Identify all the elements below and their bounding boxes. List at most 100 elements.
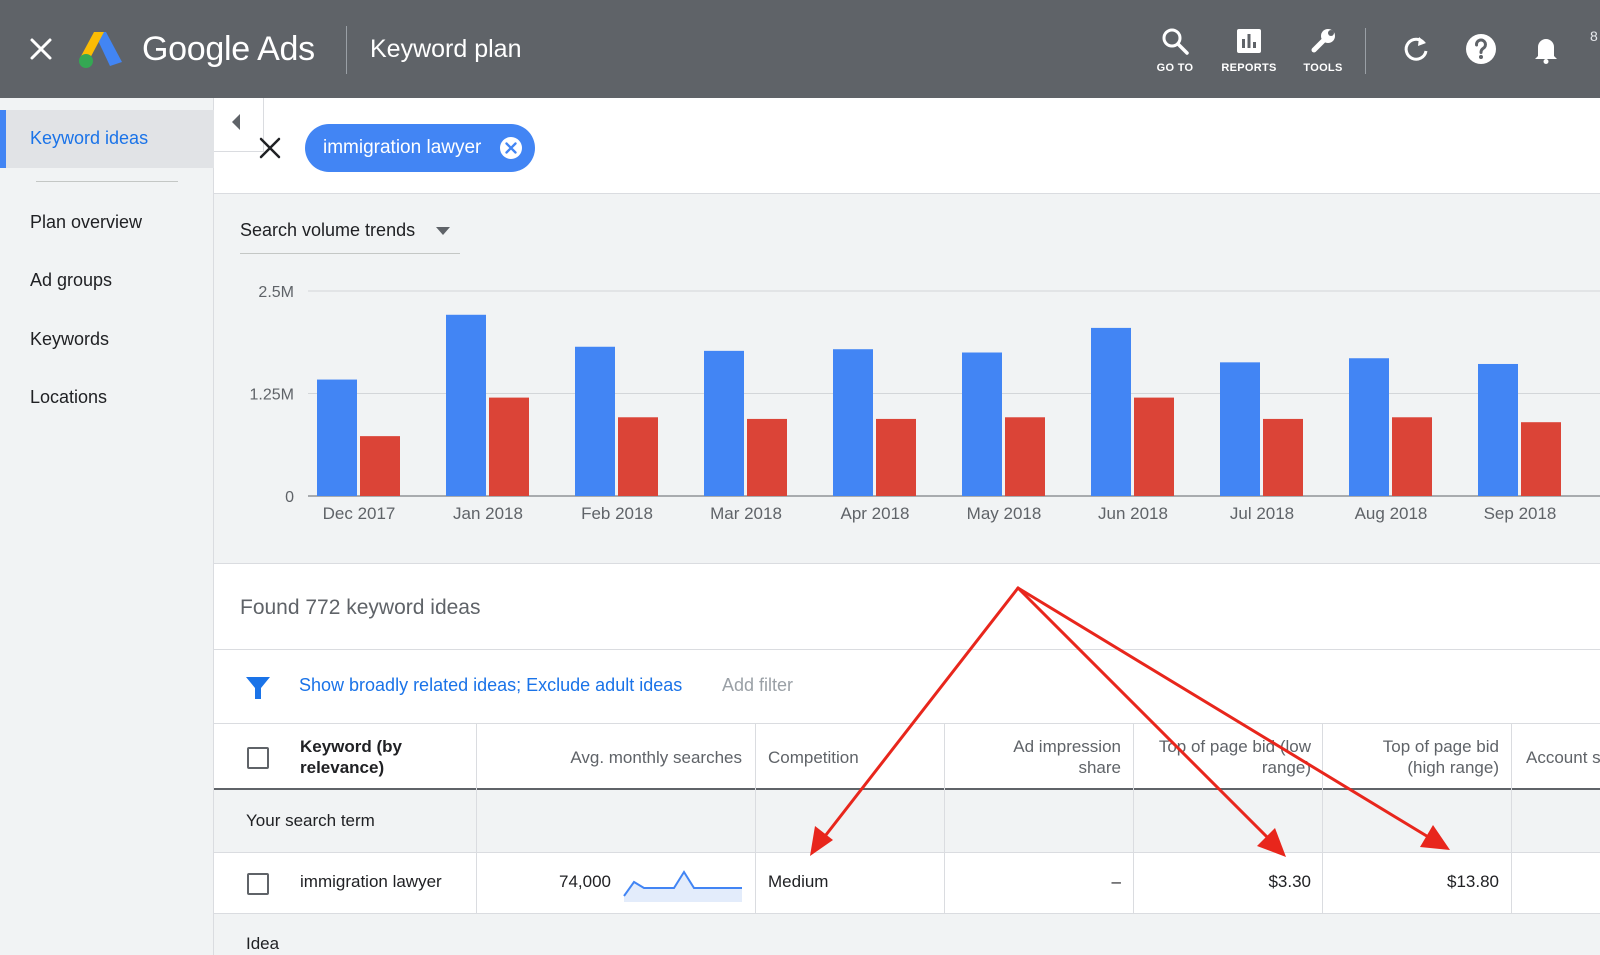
bar-series-2[interactable] xyxy=(1005,417,1045,496)
reports-button[interactable]: REPORTS xyxy=(1214,26,1284,82)
bar-series-2[interactable] xyxy=(489,397,529,496)
y-tick-label: 2.5M xyxy=(258,284,294,301)
bar-series-1[interactable] xyxy=(317,379,357,496)
sidebar-divider xyxy=(36,181,178,182)
column-header-line: range) xyxy=(1261,758,1311,777)
sidebar-item-plan-overview[interactable]: Plan overview xyxy=(30,212,142,233)
column-header-line: Keyword (by xyxy=(300,737,403,756)
x-tick-label: Jan 2018 xyxy=(453,504,523,523)
column-divider xyxy=(476,724,477,914)
sidebar-item-locations[interactable]: Locations xyxy=(30,387,107,408)
sidebar-item-label: Keyword ideas xyxy=(30,128,149,148)
x-tick-label: Jul 2018 xyxy=(1230,504,1294,523)
top-bar: Google Ads Keyword plan GO TO REPORTS TO… xyxy=(0,0,1600,98)
group-row-search-term: Your search term xyxy=(214,790,1600,853)
column-header-account[interactable]: Account s xyxy=(1526,747,1600,768)
sidebar: Keyword ideas Plan overview Ad groups Ke… xyxy=(0,98,214,955)
brand-name: Google Ads xyxy=(142,30,315,68)
reports-icon xyxy=(1237,29,1261,53)
x-tick-label: Jun 2018 xyxy=(1098,504,1168,523)
bar-series-2[interactable] xyxy=(1521,422,1561,496)
y-tick-label: 1.25M xyxy=(250,387,294,404)
wrench-icon xyxy=(1311,29,1335,53)
group-row-ideas: Idea xyxy=(214,914,1600,955)
bar-series-1[interactable] xyxy=(575,346,615,496)
trend-sparkline xyxy=(623,870,742,902)
header-divider xyxy=(346,26,347,74)
column-header-bid-low[interactable]: Top of page bid (low range) xyxy=(1135,736,1311,778)
bar-series-1[interactable] xyxy=(1349,358,1389,496)
toolbar-divider xyxy=(1365,28,1366,74)
x-tick-label: Mar 2018 xyxy=(710,504,782,523)
x-tick-label: Apr 2018 xyxy=(841,504,910,523)
column-divider xyxy=(1511,724,1512,914)
bar-series-1[interactable] xyxy=(833,349,873,496)
add-filter-button[interactable]: Add filter xyxy=(722,675,793,696)
remove-chip-icon[interactable] xyxy=(499,136,523,160)
cell-keyword: immigration lawyer xyxy=(300,872,442,891)
row-checkbox[interactable] xyxy=(247,873,269,895)
column-divider xyxy=(1133,724,1134,914)
bar-series-2[interactable] xyxy=(1392,417,1432,496)
cell-bid-high: $13.80 xyxy=(1447,872,1499,891)
active-filters-link[interactable]: Show broadly related ideas; Exclude adul… xyxy=(299,675,682,696)
keyword-chip[interactable]: immigration lawyer xyxy=(305,124,535,172)
x-tick-label: May 2018 xyxy=(967,504,1042,523)
bar-series-1[interactable] xyxy=(1478,363,1518,496)
notifications-icon[interactable] xyxy=(1530,33,1562,65)
group-label: Idea xyxy=(246,934,280,953)
sidebar-item-keyword-ideas[interactable]: Keyword ideas xyxy=(0,110,214,168)
column-header-impression-share[interactable]: Ad impression share xyxy=(950,736,1121,778)
results-header: Found 772 keyword ideas xyxy=(214,564,1600,650)
collapse-sidebar-button[interactable] xyxy=(214,98,264,152)
tools-label: TOOLS xyxy=(1303,62,1343,74)
x-tick-label: Aug 2018 xyxy=(1355,504,1428,523)
column-divider xyxy=(755,724,756,914)
column-header-bid-high[interactable]: Top of page bid (high range) xyxy=(1322,736,1499,778)
select-all-checkbox[interactable] xyxy=(247,747,269,769)
cell-bid-low: $3.30 xyxy=(1268,872,1311,891)
bar-series-1[interactable] xyxy=(1091,327,1131,496)
sidebar-item-keywords[interactable]: Keywords xyxy=(30,329,109,350)
column-header-line: Top of page bid (low xyxy=(1158,737,1311,756)
column-header-line: relevance) xyxy=(300,758,385,777)
filter-icon[interactable] xyxy=(244,674,272,702)
x-tick-label: Sep 2018 xyxy=(1484,504,1557,523)
cell-avg-searches: 74,000 xyxy=(559,872,611,891)
bar-series-2[interactable] xyxy=(360,436,400,496)
bar-series-2[interactable] xyxy=(1263,418,1303,496)
column-header-competition[interactable]: Competition xyxy=(768,747,859,768)
goto-button[interactable]: GO TO xyxy=(1140,26,1210,82)
bar-series-2[interactable] xyxy=(747,418,787,496)
close-icon[interactable] xyxy=(28,36,54,62)
column-header-line: share xyxy=(1078,758,1121,777)
sidebar-item-ad-groups[interactable]: Ad groups xyxy=(30,270,112,291)
help-icon[interactable] xyxy=(1465,33,1497,65)
column-header-line: (high range) xyxy=(1407,758,1499,777)
column-divider xyxy=(944,724,945,914)
bar-series-1[interactable] xyxy=(1220,362,1260,496)
bar-series-2[interactable] xyxy=(1134,397,1174,496)
truncated-header-text: 8 xyxy=(1590,28,1598,44)
column-header-keyword[interactable]: Keyword (by relevance) xyxy=(300,736,402,778)
bar-series-2[interactable] xyxy=(876,418,916,496)
trend-dropdown[interactable]: Search volume trends xyxy=(240,216,460,254)
bar-series-1[interactable] xyxy=(962,352,1002,497)
bar-series-1[interactable] xyxy=(704,350,744,496)
group-label: Your search term xyxy=(246,811,375,830)
google-ads-logo xyxy=(79,32,122,68)
cell-impression-share: – xyxy=(1111,872,1121,891)
x-tick-label: Dec 2017 xyxy=(323,504,396,523)
column-header-avg-searches[interactable]: Avg. monthly searches xyxy=(476,747,742,768)
tools-button[interactable]: TOOLS xyxy=(1288,26,1358,82)
found-count: Found 772 keyword ideas xyxy=(240,596,481,619)
clear-search-icon[interactable] xyxy=(258,136,282,160)
caret-left-icon xyxy=(232,114,240,130)
bar-series-2[interactable] xyxy=(618,417,658,496)
refresh-icon[interactable] xyxy=(1400,33,1432,65)
keyword-chip-label: immigration lawyer xyxy=(323,137,482,158)
cell-competition: Medium xyxy=(768,872,829,891)
search-icon xyxy=(1162,28,1189,55)
x-tick-label: Feb 2018 xyxy=(581,504,653,523)
bar-series-1[interactable] xyxy=(446,314,486,496)
